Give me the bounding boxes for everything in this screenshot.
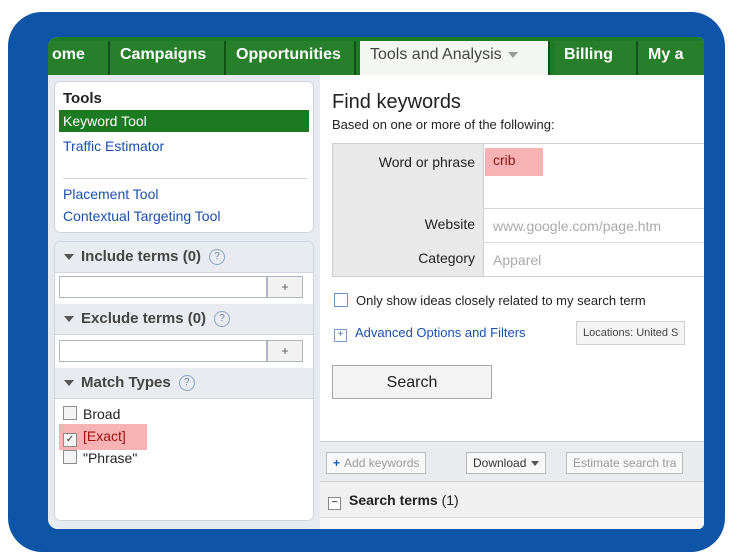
match-types-header[interactable]: Match Types? [55,368,313,399]
collapse-arrow-icon [64,316,74,322]
locations-filter[interactable]: Locations: United S [576,321,686,345]
screenshot-frame: ome Campaigns Opportunities Tools and An… [8,12,725,552]
search-button[interactable]: Search [332,365,492,399]
top-navigation: ome Campaigns Opportunities Tools and An… [48,37,704,75]
add-keywords-button[interactable]: + Add keywords [326,452,427,474]
filters-panel: Include terms (0)? + Exclude terms (0)? … [54,241,314,521]
divider [483,242,704,243]
match-types-label: Match Types [81,374,171,391]
adwords-window: ome Campaigns Opportunities Tools and An… [48,37,704,529]
word-or-phrase-label: Word or phrase [378,154,475,170]
include-terms-label: Include terms (0) [81,248,202,265]
search-terms-row[interactable]: − Search terms (1) [320,481,704,518]
tab-billing[interactable]: Billing [554,41,638,75]
main-content: Find keywords Based on one or more of th… [320,75,704,529]
word-or-phrase-input[interactable]: crib [493,152,516,168]
match-type-phrase[interactable]: "Phrase" [63,450,137,466]
match-type-broad[interactable]: Broad [63,406,120,422]
tab-tools-and-analysis[interactable]: Tools and Analysis [360,41,550,75]
include-terms-input[interactable] [59,276,267,298]
help-icon[interactable]: ? [214,311,231,328]
tools-panel: Tools Keyword Tool Traffic Estimator Pla… [54,81,314,233]
sidebar-item-contextual-targeting-tool[interactable]: Contextual Targeting Tool [63,208,220,224]
exclude-add-button[interactable]: + [267,340,303,362]
match-type-exact[interactable]: ✓ [Exact] [63,428,126,447]
sidebar: Tools Keyword Tool Traffic Estimator Pla… [48,75,320,529]
sidebar-item-placement-tool[interactable]: Placement Tool [63,186,158,202]
divider [63,178,307,179]
include-terms-header[interactable]: Include terms (0)? [55,242,313,273]
category-label: Category [418,250,475,266]
exclude-terms-header[interactable]: Exclude terms (0)? [55,304,313,335]
page-subtitle: Based on one or more of the following: [332,117,555,132]
sidebar-item-traffic-estimator[interactable]: Traffic Estimator [63,138,164,154]
tab-home[interactable]: ome [48,41,110,75]
tab-my-account[interactable]: My a [638,41,704,75]
category-select[interactable]: Apparel [493,252,541,268]
exclude-terms-input[interactable] [59,340,267,362]
only-show-related-option[interactable]: Only show ideas closely related to my se… [334,293,646,308]
checkbox-only-show[interactable] [334,293,348,307]
exclude-terms-label: Exclude terms (0) [81,310,207,327]
collapse-arrow-icon [64,254,74,260]
advanced-options-link[interactable]: + Advanced Options and Filters [334,325,526,342]
chevron-down-icon [507,51,518,58]
expand-plus-icon: + [334,329,347,342]
collapse-arrow-icon [64,380,74,386]
table-row [320,517,704,529]
website-input[interactable]: www.google.com/page.htm [493,218,661,234]
results-toolbar: + Add keywords Download Estimate search t… [320,441,704,482]
plus-icon: + [333,456,341,470]
sidebar-item-keyword-tool[interactable]: Keyword Tool [59,110,309,132]
checkbox-exact[interactable]: ✓ [63,433,77,447]
tab-opportunities[interactable]: Opportunities [226,41,356,75]
search-terms-label: Search terms [349,492,438,508]
estimate-search-traffic-button[interactable]: Estimate search tra [566,452,684,474]
page-title: Find keywords [332,91,461,113]
help-icon[interactable]: ? [209,249,226,266]
search-terms-count: (1) [441,492,459,508]
website-label: Website [424,216,475,232]
checkbox-phrase[interactable] [63,450,77,464]
collapse-minus-icon[interactable]: − [328,497,341,510]
divider [483,208,704,209]
download-button[interactable]: Download [466,452,547,474]
include-add-button[interactable]: + [267,276,303,298]
help-icon[interactable]: ? [178,375,195,392]
tools-heading: Tools [63,90,102,107]
checkbox-broad[interactable] [63,406,77,420]
chevron-down-icon [531,461,540,467]
keyword-form: Word or phrase crib Website www.google.c… [332,143,704,277]
tab-campaigns[interactable]: Campaigns [110,41,226,75]
